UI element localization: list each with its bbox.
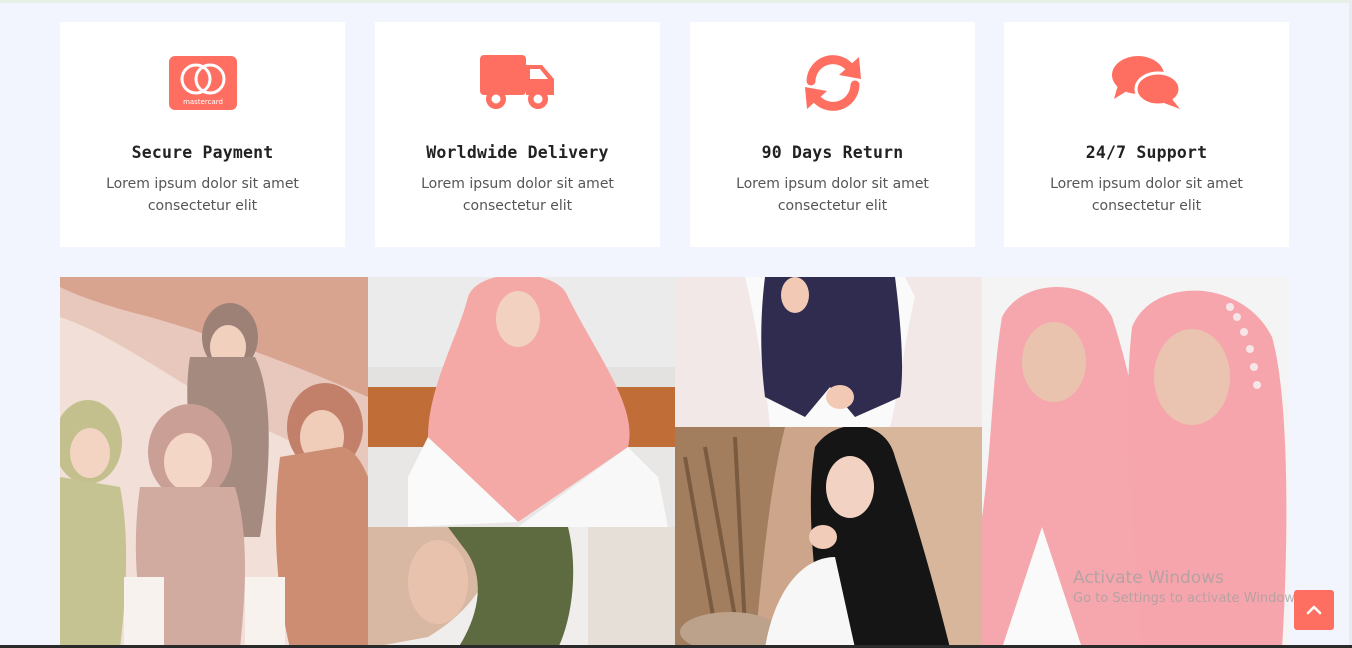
watermark-line2: Go to Settings to activate Windows. bbox=[1073, 591, 1299, 606]
feature-card-90-days-return: 90 Days Return Lorem ipsum dolor sit ame… bbox=[690, 22, 975, 247]
feature-card-worldwide-delivery: Worldwide Delivery Lorem ipsum dolor sit… bbox=[375, 22, 660, 247]
comments-icon bbox=[1004, 52, 1289, 114]
top-divider bbox=[0, 0, 1352, 3]
features-section: mastercard Secure Payment Lorem ipsum do… bbox=[60, 22, 1289, 247]
feature-description: Lorem ipsum dolor sit amet consectetur e… bbox=[421, 176, 614, 214]
feature-title: Worldwide Delivery bbox=[426, 143, 609, 162]
feature-title: Secure Payment bbox=[131, 143, 274, 162]
feature-title: 24/7 Support bbox=[1085, 143, 1208, 162]
feature-description: Lorem ipsum dolor sit amet consectetur e… bbox=[106, 176, 299, 214]
svg-text:mastercard: mastercard bbox=[183, 98, 223, 106]
feature-card-24-7-support: 24/7 Support Lorem ipsum dolor sit amet … bbox=[1004, 22, 1289, 247]
hijab-group-photo[interactable] bbox=[60, 277, 368, 648]
truck-icon bbox=[375, 52, 660, 114]
sync-icon bbox=[690, 52, 975, 114]
pink-hijab-photo[interactable] bbox=[368, 277, 675, 527]
feature-card-secure-payment: mastercard Secure Payment Lorem ipsum do… bbox=[60, 22, 345, 247]
navy-hijab-photo[interactable] bbox=[675, 277, 982, 427]
chevron-up-icon bbox=[1306, 605, 1322, 615]
mastercard-icon: mastercard bbox=[60, 52, 345, 114]
black-hijab-photo[interactable] bbox=[675, 427, 982, 648]
watermark-line1: Activate Windows bbox=[1073, 568, 1224, 588]
olive-hijab-photo[interactable] bbox=[368, 527, 675, 648]
windows-activation-watermark: Activate Windows Go to Settings to activ… bbox=[1073, 568, 1299, 606]
back-to-top-button[interactable] bbox=[1294, 590, 1334, 630]
feature-title: 90 Days Return bbox=[761, 143, 904, 162]
feature-description: Lorem ipsum dolor sit amet consectetur e… bbox=[1050, 176, 1243, 214]
feature-description: Lorem ipsum dolor sit amet consectetur e… bbox=[736, 176, 929, 214]
